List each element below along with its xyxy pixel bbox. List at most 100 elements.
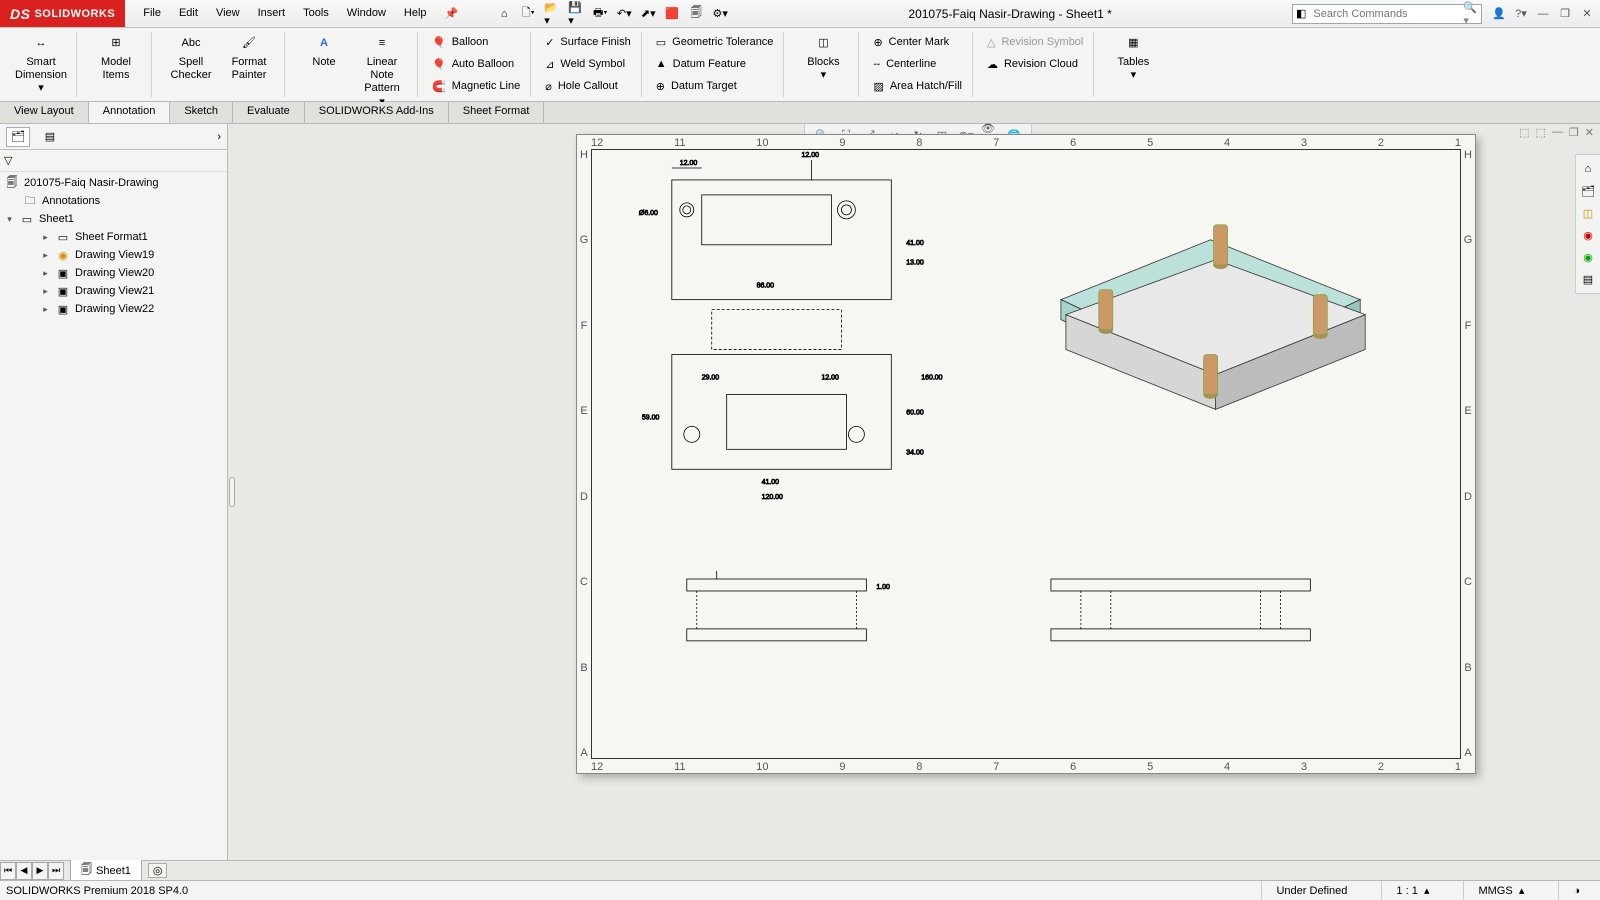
menu-help[interactable]: Help xyxy=(396,3,435,24)
tab-evaluate[interactable]: Evaluate xyxy=(233,102,305,123)
geo-tol-button[interactable]: ▭Geometric Tolerance xyxy=(652,32,778,52)
collapse-icon[interactable]: ▾ xyxy=(4,214,15,225)
menu-insert[interactable]: Insert xyxy=(250,3,294,24)
datum-feature-button[interactable]: ▲Datum Feature xyxy=(652,54,778,74)
add-sheet-icon[interactable]: ◎ xyxy=(148,863,168,878)
graphics-area[interactable]: ⬚ ⬚ — ❐ ✕ 🔍 ⛶ ⤢ ↩ ↻ ◫ ◉▾ 👁▾ 🌐 ⌂ 🗂 ◫ ◉ ◉ … xyxy=(236,124,1600,860)
smart-dimension-button[interactable]: ↔SmartDimension▾ xyxy=(12,32,70,98)
doc-prev-icon[interactable]: ⬚ xyxy=(1519,126,1529,139)
fm-expand-icon[interactable]: › xyxy=(217,131,221,143)
tree-item[interactable]: ▸▭Sheet Format1 xyxy=(0,228,227,246)
menu-tools[interactable]: Tools xyxy=(295,3,337,24)
status-scale[interactable]: 1 : 1 ▴ xyxy=(1381,881,1443,900)
sheet-tab[interactable]: 🗐 Sheet1 xyxy=(70,859,142,882)
tab-sketch[interactable]: Sketch xyxy=(170,102,233,123)
tab-view-layout[interactable]: View Layout xyxy=(0,102,89,123)
file-props-icon[interactable]: 🗐 xyxy=(688,6,704,22)
surface-finish-button[interactable]: ✓Surface Finish xyxy=(541,32,635,52)
nav-first-icon[interactable]: ⏮ xyxy=(0,862,16,880)
search-commands[interactable]: ◧ 🔍▾ xyxy=(1292,4,1482,24)
tree-sheet[interactable]: ▾▭Sheet1 xyxy=(0,210,227,228)
tp-resources-icon[interactable]: 🗂 xyxy=(1578,181,1598,201)
tree-item[interactable]: ▸▣Drawing View20 xyxy=(0,264,227,282)
tp-custom-icon[interactable]: ◉ xyxy=(1578,247,1598,267)
search-icon[interactable]: 🔍▾ xyxy=(1459,1,1481,27)
tree-root[interactable]: 🗐201075-Faiq Nasir-Drawing xyxy=(0,174,227,192)
home-icon[interactable]: ⌂ xyxy=(496,6,512,22)
tree-annotations[interactable]: 🗀Annotations xyxy=(0,192,227,210)
tp-palette-icon[interactable]: ◫ xyxy=(1578,203,1598,223)
nav-last-icon[interactable]: ⏭ xyxy=(48,862,64,880)
tp-forum-icon[interactable]: ▤ xyxy=(1578,269,1598,289)
close-icon[interactable]: ✕ xyxy=(1578,6,1596,22)
doc-restore-icon[interactable]: ❐ xyxy=(1569,126,1579,139)
fm-tab-tree[interactable]: 🗂 xyxy=(6,127,30,147)
status-units[interactable]: MMGS ▴ xyxy=(1463,881,1538,900)
expand-icon[interactable]: ▸ xyxy=(40,286,51,297)
new-icon[interactable]: 🗋▾ xyxy=(520,6,536,22)
revision-symbol-button[interactable]: △Revision Symbol xyxy=(983,32,1087,52)
revision-cloud-button[interactable]: ☁Revision Cloud xyxy=(983,54,1087,74)
expand-icon[interactable]: ▸ xyxy=(40,250,51,261)
svg-text:12.00: 12.00 xyxy=(680,160,698,167)
open-icon[interactable]: 📂▾ xyxy=(544,6,560,22)
tree-item[interactable]: ▸▣Drawing View22 xyxy=(0,300,227,318)
area-hatch-button[interactable]: ▨Area Hatch/Fill xyxy=(869,76,966,96)
datum-target-button[interactable]: ⊕Datum Target xyxy=(652,76,778,96)
expand-icon[interactable]: ▸ xyxy=(40,232,51,243)
chevron-down-icon: ▾ xyxy=(1131,69,1137,82)
print-icon[interactable]: 🖶▾ xyxy=(592,6,608,22)
note-button[interactable]: ANote xyxy=(295,32,353,71)
tab-annotation[interactable]: Annotation xyxy=(89,102,171,123)
tab-sheet-format[interactable]: Sheet Format xyxy=(449,102,545,123)
weld-symbol-button[interactable]: ⊿Weld Symbol xyxy=(541,54,635,74)
menu-file[interactable]: File xyxy=(135,3,169,24)
pin-icon[interactable]: 📌 xyxy=(437,3,467,24)
tp-appearance-icon[interactable]: ◉ xyxy=(1578,225,1598,245)
menu-edit[interactable]: Edit xyxy=(171,3,206,24)
window-controls: 👤 ?▾ — ❐ ✕ xyxy=(1490,6,1596,22)
format-painter-button[interactable]: 🖌FormatPainter xyxy=(220,32,278,84)
tp-home-icon[interactable]: ⌂ xyxy=(1578,159,1598,179)
doc-close-icon[interactable]: ✕ xyxy=(1585,126,1594,139)
model-items-button[interactable]: ⊞ModelItems xyxy=(87,32,145,84)
tree-item[interactable]: ▸◉Drawing View19 xyxy=(0,246,227,264)
save-icon[interactable]: 💾▾ xyxy=(568,6,584,22)
undo-icon[interactable]: ↶▾ xyxy=(616,6,632,22)
tree-item[interactable]: ▸▣Drawing View21 xyxy=(0,282,227,300)
linear-note-pattern-button[interactable]: ≡Linear NotePattern▾ xyxy=(353,32,411,111)
select-icon[interactable]: ⬈▾ xyxy=(640,6,656,22)
minimize-icon[interactable]: — xyxy=(1534,6,1552,22)
drawing-sheet[interactable]: 121110987654321 121110987654321 HGFEDCBA… xyxy=(576,134,1476,774)
nav-prev-icon[interactable]: ◀ xyxy=(16,862,32,880)
rebuild-icon[interactable]: 🟥 xyxy=(664,6,680,22)
tab-addins[interactable]: SOLIDWORKS Add-Ins xyxy=(305,102,449,123)
doc-min-icon[interactable]: — xyxy=(1552,126,1563,139)
sheet-icon: ▭ xyxy=(19,211,35,227)
target-icon: ⊕ xyxy=(656,80,665,93)
fm-tab-prop[interactable]: ▤ xyxy=(38,127,62,147)
expand-icon[interactable]: ▸ xyxy=(40,268,51,279)
magnetic-line-button[interactable]: 🧲Magnetic Line xyxy=(428,76,524,96)
fm-filter[interactable]: ▽ xyxy=(0,150,227,172)
balloon-button[interactable]: 🎈Balloon xyxy=(428,32,524,52)
nav-next-icon[interactable]: ▶ xyxy=(32,862,48,880)
help-icon[interactable]: ?▾ xyxy=(1512,6,1530,22)
user-icon[interactable]: 👤 xyxy=(1490,6,1508,22)
center-mark-button[interactable]: ⊕Center Mark xyxy=(869,32,966,52)
options-icon[interactable]: ⚙▾ xyxy=(712,6,728,22)
blocks-button[interactable]: ◫Blocks▾ xyxy=(794,32,852,84)
splitter[interactable] xyxy=(228,124,236,860)
centerline-button[interactable]: ╌Centerline xyxy=(869,54,966,74)
search-input[interactable] xyxy=(1309,8,1459,20)
tables-button[interactable]: ▦Tables▾ xyxy=(1104,32,1162,84)
hole-callout-button[interactable]: ⌀Hole Callout xyxy=(541,76,635,96)
menu-view[interactable]: View xyxy=(208,3,248,24)
spell-checker-button[interactable]: AbcSpellChecker xyxy=(162,32,220,84)
expand-icon[interactable]: ▸ xyxy=(40,304,51,315)
menu-window[interactable]: Window xyxy=(339,3,394,24)
status-customize-icon[interactable]: ◑ xyxy=(1558,881,1594,900)
doc-next-icon[interactable]: ⬚ xyxy=(1536,126,1546,139)
auto-balloon-button[interactable]: 🎈Auto Balloon xyxy=(428,54,524,74)
restore-icon[interactable]: ❐ xyxy=(1556,6,1574,22)
